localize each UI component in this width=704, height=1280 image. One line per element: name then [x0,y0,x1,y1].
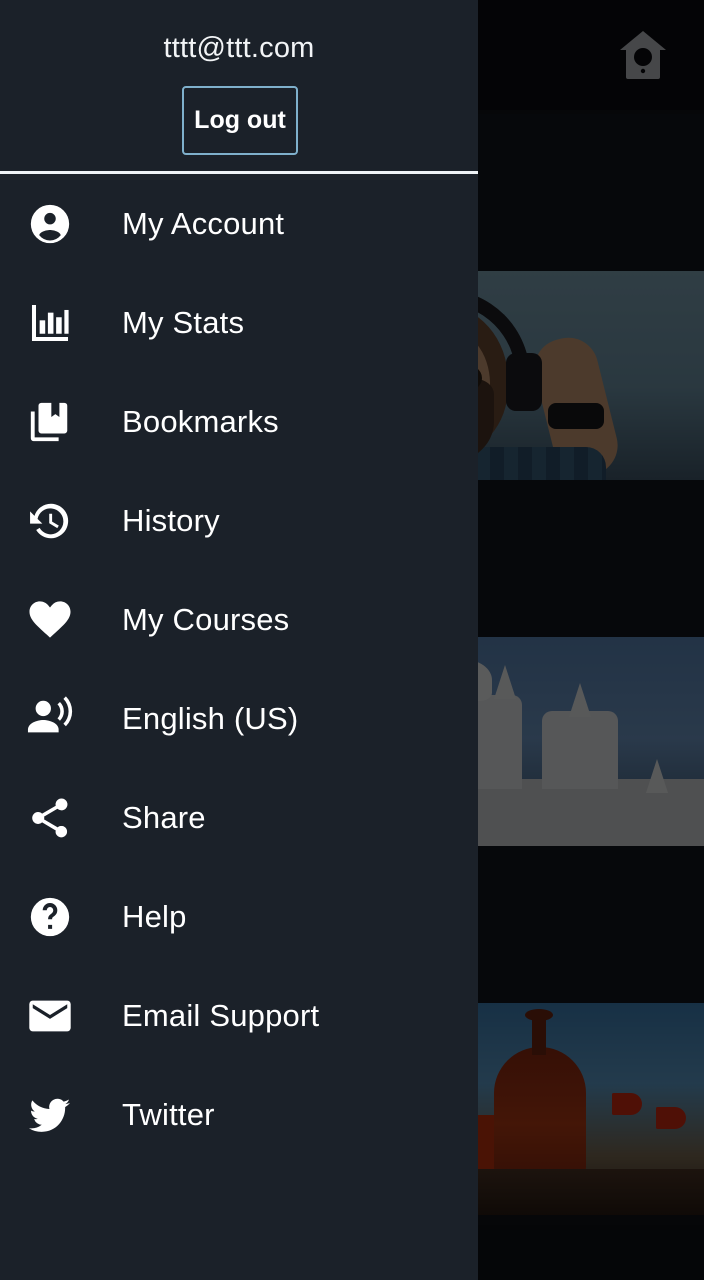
menu-item-label: Help [122,898,187,934]
menu-item-label: My Stats [122,304,245,340]
menu-item-my-courses[interactable]: My Courses [0,570,478,669]
share-icon [22,795,78,841]
email-envelope-icon [22,993,78,1039]
menu-item-bookmarks[interactable]: Bookmarks [0,372,478,471]
bookmarks-library-icon [22,399,78,445]
menu-item-label: History [122,502,220,538]
account-circle-icon [22,201,78,247]
menu-item-label: My Account [122,205,285,241]
menu-item-label: Share [122,799,206,835]
navigation-drawer: tttt@ttt.com Log out My Account My Stats… [0,0,478,1280]
heart-icon [22,597,78,643]
menu-item-help[interactable]: Help [0,867,478,966]
menu-item-label: My Courses [122,601,290,637]
menu-item-label: Twitter [122,1096,215,1132]
logout-button[interactable]: Log out [182,86,298,155]
record-voice-over-icon [22,695,78,742]
drawer-header: tttt@ttt.com Log out [0,0,478,174]
drawer-menu-list: My Account My Stats Bookmarks History My… [0,174,478,1164]
menu-item-my-stats[interactable]: My Stats [0,273,478,372]
menu-item-email-support[interactable]: Email Support [0,966,478,1065]
app-screen: d Konkani alized Courses d Konkani [0,0,704,1280]
help-circle-icon [22,894,78,940]
history-restore-icon [22,498,78,544]
menu-item-language[interactable]: English (US) [0,669,478,768]
menu-item-label: English (US) [122,700,299,736]
menu-item-my-account[interactable]: My Account [0,174,478,273]
menu-item-label: Bookmarks [122,403,279,439]
menu-item-history[interactable]: History [0,471,478,570]
menu-item-share[interactable]: Share [0,768,478,867]
twitter-bird-icon [22,1092,78,1138]
menu-item-twitter[interactable]: Twitter [0,1065,478,1164]
account-email: tttt@ttt.com [163,32,315,64]
bar-chart-icon [22,300,78,346]
menu-item-label: Email Support [122,997,320,1033]
